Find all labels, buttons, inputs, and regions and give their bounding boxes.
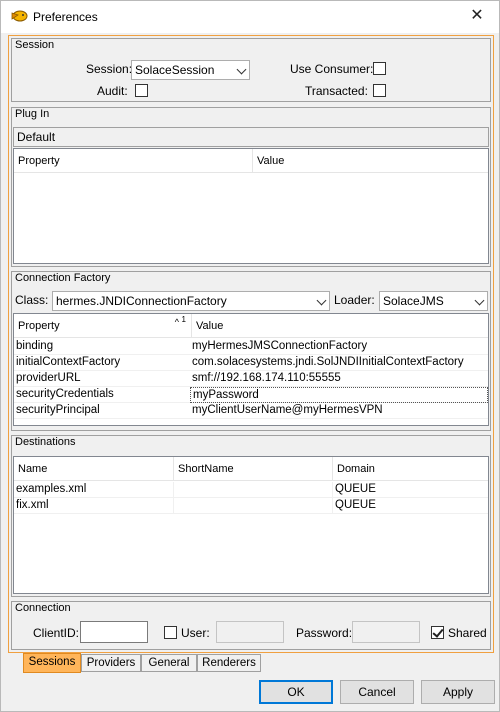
plugin-select[interactable]: Default [13,127,489,147]
connection-factory-section: Connection Factory Class: hermes.JNDICon… [11,271,491,431]
use-consumer-label: Use Consumer: [290,62,374,76]
plugin-select-value: Default [17,130,56,144]
cell-value[interactable]: myClientUserName@myHermesVPN [190,403,488,419]
cell-property: securityCredentials [16,388,114,400]
title-bar: Preferences ✕ [1,1,499,33]
user-input[interactable] [216,621,284,643]
plugin-section: Plug In Default Property Value [11,107,491,267]
tab-providers[interactable]: Providers [81,654,141,672]
password-label: Password: [296,626,353,640]
connection-section-title: Connection [15,602,71,614]
connection-factory-section-title: Connection Factory [15,272,111,284]
session-select[interactable]: SolaceSession [131,60,250,80]
cell-property: initialContextFactory [16,356,121,368]
cell-shortname [174,498,333,514]
connection-section: Connection ClientID: User: Password: Sha… [11,601,491,650]
table-row[interactable]: binding myHermesJMSConnectionFactory [14,339,488,355]
sort-order-indicator: 1 [181,315,186,324]
table-header: Property ^ 1 Value [14,314,488,338]
audit-label: Audit: [97,84,128,98]
class-label: Class: [15,293,49,307]
column-header-name[interactable]: Name [14,457,174,481]
cell-value-focused[interactable]: myPassword [190,387,488,403]
cell-domain: QUEUE [335,499,376,511]
audit-checkbox[interactable] [135,84,148,97]
window-title: Preferences [33,10,98,24]
table-row[interactable]: fix.xml QUEUE [14,498,488,514]
cancel-button[interactable]: Cancel [340,680,414,704]
cell-domain: QUEUE [335,483,376,495]
table-header: Property Value [14,149,488,173]
destinations-section-title: Destinations [15,436,76,448]
client-id-label: ClientID: [33,626,80,640]
table-row[interactable]: initialContextFactory com.solacesystems.… [14,355,488,371]
plugin-section-title: Plug In [15,108,50,120]
shared-checkbox[interactable] [431,626,444,639]
class-select-value: hermes.JNDIConnectionFactory [56,294,227,308]
loader-select-value: SolaceJMS [383,294,444,308]
table-row[interactable]: securityPrincipal myClientUserName@myHer… [14,403,488,419]
transacted-label: Transacted: [305,84,368,98]
cell-name: examples.xml [14,482,174,498]
sessions-tab-panel: Session Session: SolaceSession Use Consu… [8,35,494,653]
apply-button[interactable]: Apply [421,680,495,704]
tab-renderers[interactable]: Renderers [197,654,261,672]
chevron-down-icon [316,295,327,306]
cell-value[interactable]: myHermesJMSConnectionFactory [190,339,488,355]
class-select[interactable]: hermes.JNDIConnectionFactory [52,291,330,311]
loader-select[interactable]: SolaceJMS [379,291,488,311]
column-header-property[interactable]: Property ^ 1 [14,314,192,338]
destinations-table[interactable]: Name ShortName Domain examples.xml QUEUE… [13,456,489,594]
app-logo-icon [10,9,28,23]
session-section-title: Session [15,39,55,51]
loader-label: Loader: [334,293,375,307]
tab-general[interactable]: General [141,654,197,672]
plugin-properties-table[interactable]: Property Value [13,148,489,264]
column-header-value[interactable]: Value [253,149,488,173]
cell-value[interactable]: smf://192.168.174.110:55555 [190,371,488,387]
table-header: Name ShortName Domain [14,457,488,481]
user-label: User: [181,626,210,640]
ok-button[interactable]: OK [259,680,333,704]
use-consumer-checkbox[interactable] [373,62,386,75]
sort-ascending-icon: ^ [174,317,179,327]
chevron-down-icon [236,64,247,75]
connection-factory-properties-table[interactable]: Property ^ 1 Value binding myHermesJMSCo… [13,313,489,426]
session-select-value: SolaceSession [135,63,215,77]
cell-property: providerURL [16,372,81,384]
tab-sessions[interactable]: Sessions [23,653,81,673]
preferences-window: Preferences ✕ Session Session: SolaceSes… [0,0,500,712]
chevron-down-icon [474,295,485,306]
destinations-section: Destinations Name ShortName Domain examp… [11,435,491,597]
cell-value[interactable]: com.solacesystems.jndi.SolJNDIInitialCon… [190,355,488,371]
transacted-checkbox[interactable] [373,84,386,97]
column-header-value[interactable]: Value [192,314,488,338]
password-input[interactable] [352,621,420,643]
column-header-domain[interactable]: Domain [333,457,488,481]
cell-name: fix.xml [14,498,174,514]
session-section: Session Session: SolaceSession Use Consu… [11,38,491,102]
close-icon[interactable]: ✕ [455,1,499,31]
column-header-property[interactable]: Property [14,149,253,173]
shared-label: Shared [448,626,487,640]
column-header-shortname[interactable]: ShortName [174,457,333,481]
cell-property: binding [16,340,54,352]
session-label: Session: [86,62,133,76]
cell-shortname [174,482,333,498]
client-id-input[interactable] [80,621,148,643]
table-row[interactable]: examples.xml QUEUE [14,482,488,498]
table-row[interactable]: securityCredentials myPassword [14,387,488,403]
table-row[interactable]: providerURL smf://192.168.174.110:55555 [14,371,488,387]
user-checkbox[interactable] [164,626,177,639]
cell-property: securityPrincipal [16,404,100,416]
